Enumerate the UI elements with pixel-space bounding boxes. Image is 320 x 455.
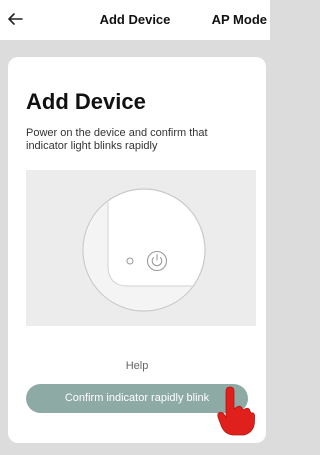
device-illustration-graphic — [82, 188, 206, 312]
section-heading: Add Device — [26, 89, 146, 114]
device-illustration — [26, 170, 256, 326]
instruction-text: Power on the device and confirm that ind… — [26, 127, 208, 152]
confirm-indicator-button[interactable]: Confirm indicator rapidly blink — [26, 384, 248, 413]
add-device-screen: Add Device AP Mode Add Device Power on t… — [0, 0, 270, 455]
top-navigation-bar: Add Device AP Mode — [0, 0, 270, 40]
ap-mode-button[interactable]: AP Mode — [212, 0, 267, 40]
tap-hand-icon — [217, 386, 255, 436]
help-link[interactable]: Help — [8, 360, 266, 372]
